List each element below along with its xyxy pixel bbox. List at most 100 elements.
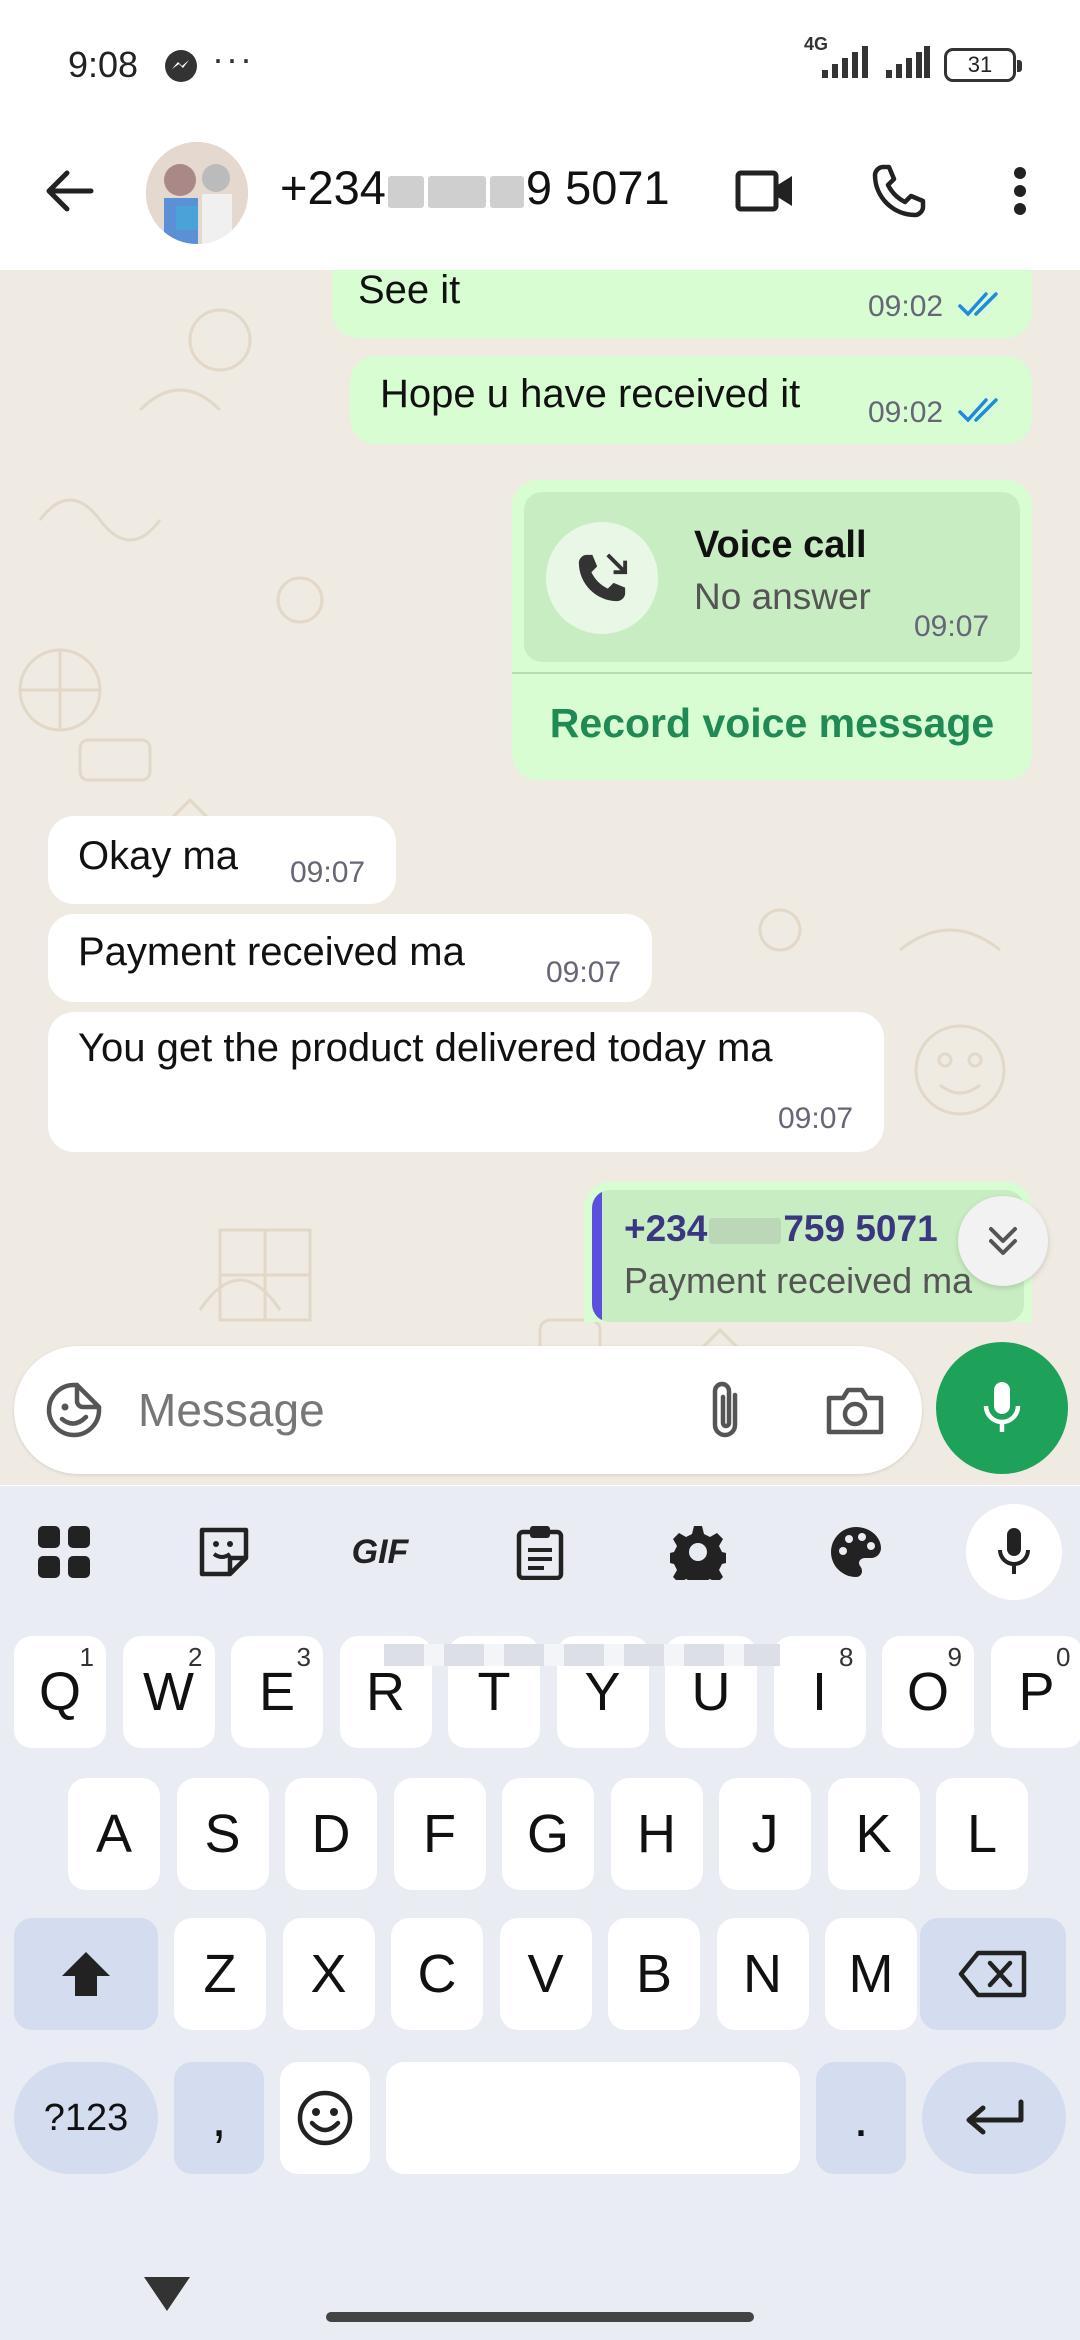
keyboard-toolbar: GIF (0, 1486, 1080, 1616)
key-x[interactable]: X (282, 1918, 375, 2030)
key-v[interactable]: V (499, 1918, 592, 2030)
enter-key[interactable] (922, 2062, 1066, 2174)
key-label: P (1018, 1662, 1055, 1722)
enter-icon (966, 2099, 1024, 2135)
scroll-to-bottom-button[interactable] (958, 1196, 1048, 1286)
key-l[interactable]: L (936, 1778, 1028, 1890)
key-a[interactable]: A (68, 1778, 160, 1890)
quoted-number-prefix: +234 (624, 1208, 708, 1249)
key-m[interactable]: M (825, 1918, 917, 2030)
message-text: Okay ma (78, 834, 239, 878)
message-time: 09:02 (868, 396, 944, 429)
key-label: R (366, 1662, 405, 1722)
clipboard-icon (516, 1526, 564, 1580)
contact-number-suffix: 9 5071 (525, 161, 670, 214)
key-q[interactable]: Q1 (14, 1636, 106, 1748)
voice-typing-button[interactable] (966, 1504, 1062, 1600)
key-h[interactable]: H (610, 1778, 703, 1890)
voice-call-card[interactable]: Voice call No answer 09:07 (524, 492, 1020, 662)
key-b[interactable]: B (608, 1918, 700, 2030)
voice-record-button[interactable] (936, 1342, 1068, 1474)
comma-key[interactable]: , (174, 2062, 264, 2174)
chat-area[interactable]: See it 09:02 Hope u have received it 09:… (0, 270, 1080, 1485)
backspace-key[interactable] (920, 1918, 1066, 2030)
call-title: Voice call (694, 524, 867, 566)
key-i[interactable]: I8 (773, 1636, 866, 1748)
apps-grid-button[interactable] (22, 1510, 106, 1594)
palette-icon (831, 1527, 881, 1577)
incoming-message[interactable]: Payment received ma 09:07 (48, 914, 652, 1002)
message-input[interactable] (138, 1374, 658, 1446)
mic-icon (983, 1382, 1021, 1432)
message-text: See it (358, 270, 461, 312)
home-indicator[interactable] (326, 2312, 754, 2322)
video-call-button[interactable] (734, 160, 796, 222)
key-s[interactable]: S (176, 1778, 269, 1890)
gif-button[interactable]: GIF (338, 1510, 422, 1594)
key-k[interactable]: K (827, 1778, 920, 1890)
status-bar: 9:08 ··· 4G 31 (0, 0, 1080, 130)
phone-icon (872, 164, 926, 218)
period-key[interactable]: . (816, 2062, 906, 2174)
incoming-message[interactable]: You get the product delivered today ma 0… (48, 1012, 884, 1152)
missed-call-icon (546, 522, 658, 634)
quoted-number-suffix: 759 5071 (783, 1208, 938, 1249)
emoji-key[interactable] (280, 2062, 370, 2174)
key-e[interactable]: E3 (231, 1636, 323, 1748)
voice-call-button[interactable] (868, 160, 930, 222)
key-label: E (258, 1662, 296, 1722)
outgoing-message[interactable]: See it 09:02 (332, 270, 1032, 338)
key-g[interactable]: G (502, 1778, 594, 1890)
record-voice-message-button[interactable]: Record voice message (512, 672, 1032, 772)
quoted-message[interactable]: +234 759 5071 Payment received ma (592, 1190, 1024, 1322)
back-button[interactable] (38, 160, 100, 222)
redacted-digits (427, 175, 486, 208)
messenger-icon (163, 48, 199, 84)
key-hint: 3 (296, 1642, 311, 1672)
key-c[interactable]: C (391, 1918, 483, 2030)
key-f[interactable]: F (393, 1778, 486, 1890)
key-d[interactable]: D (285, 1778, 377, 1890)
chevron-down-icon (144, 2277, 190, 2311)
sticker-icon (46, 1382, 102, 1438)
contact-avatar[interactable] (146, 142, 248, 244)
shift-key[interactable] (14, 1918, 158, 2030)
theme-button[interactable] (814, 1510, 898, 1594)
sticker-button[interactable] (42, 1378, 106, 1442)
message-time: 09:07 (546, 956, 622, 989)
incoming-message[interactable]: Okay ma 09:07 (48, 816, 396, 904)
key-o[interactable]: O9 (882, 1636, 974, 1748)
clipboard-button[interactable] (498, 1510, 582, 1594)
back-arrow-icon (46, 170, 94, 212)
outgoing-message[interactable]: Hope u have received it 09:02 (350, 356, 1032, 444)
key-p[interactable]: P0 (990, 1636, 1080, 1748)
emoji-icon (297, 2090, 353, 2146)
key-n[interactable]: N (716, 1918, 809, 2030)
video-icon (735, 170, 792, 212)
sticker-board-button[interactable] (182, 1510, 266, 1594)
battery-level: 31 (967, 51, 993, 77)
settings-button[interactable] (656, 1510, 740, 1594)
key-z[interactable]: Z (174, 1918, 266, 2030)
key-label: Q (38, 1662, 81, 1722)
redacted-digits (387, 175, 424, 208)
read-ticks-icon (958, 398, 998, 423)
attach-button[interactable] (694, 1376, 758, 1444)
status-time: 9:08 (68, 44, 139, 85)
contact-name[interactable]: +234 9 5071 (280, 160, 670, 215)
keyboard: GIF ?123 , . Q1W2E3RTYUI8O9P0ASDFGHJKLZX… (0, 1486, 1080, 2340)
key-hint: 2 (188, 1642, 203, 1672)
symbols-key[interactable]: ?123 (14, 2062, 158, 2174)
call-status: No answer (694, 576, 871, 617)
camera-icon (826, 1387, 884, 1435)
camera-button[interactable] (822, 1378, 888, 1442)
space-key[interactable] (386, 2062, 800, 2174)
quoted-text: Payment received ma (624, 1260, 973, 1301)
more-options-button[interactable] (1000, 160, 1040, 222)
key-j[interactable]: J (719, 1778, 811, 1890)
voice-call-message[interactable]: Voice call No answer 09:07 Record voice … (512, 480, 1032, 780)
key-w[interactable]: W2 (122, 1636, 215, 1748)
contact-number-prefix: +234 (280, 161, 386, 214)
hide-keyboard-button[interactable] (132, 2268, 202, 2318)
apps-grid-icon (38, 1526, 90, 1578)
